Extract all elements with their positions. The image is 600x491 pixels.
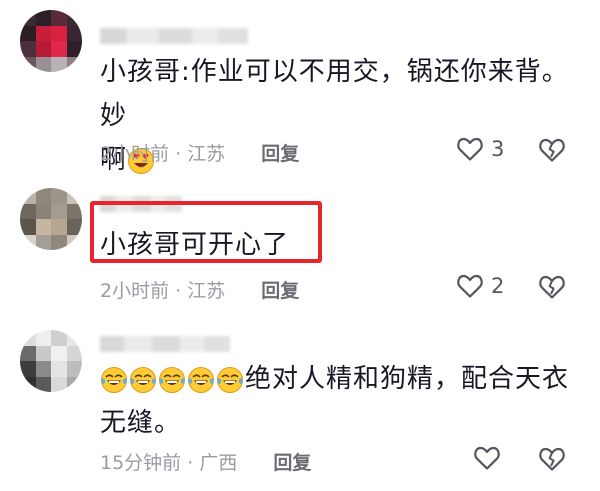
laughing-tears-emoji bbox=[217, 366, 243, 393]
comment-time: 2小时前 bbox=[100, 143, 170, 165]
reply-button[interactable]: 回复 bbox=[261, 143, 299, 165]
comment-text-line: 小孩哥:作业可以不用交，锅还你来背。妙 bbox=[100, 57, 569, 131]
meta-separator: · bbox=[169, 280, 188, 302]
like-count: 2 bbox=[491, 274, 505, 298]
highlight-box bbox=[90, 201, 322, 263]
comment-meta: 15分钟前 · 广西 回复 bbox=[100, 448, 311, 475]
comment-meta: 2小时前 · 江苏 回复 bbox=[100, 276, 299, 303]
avatar[interactable] bbox=[20, 330, 82, 392]
heart-outline-icon bbox=[457, 274, 483, 298]
emoji-group bbox=[100, 364, 245, 394]
comment-text-line: 绝对人精和狗精，配合天衣 bbox=[100, 357, 582, 401]
laughing-tears-emoji bbox=[101, 366, 127, 393]
reply-button[interactable]: 回复 bbox=[273, 452, 311, 474]
like-button[interactable]: 2 bbox=[456, 273, 504, 299]
broken-heart-icon bbox=[539, 138, 565, 162]
comment-text-fragment: 绝对人精和狗精，配合天衣 bbox=[245, 364, 570, 394]
comment-location: 江苏 bbox=[187, 143, 226, 165]
like-button[interactable] bbox=[473, 445, 501, 471]
dislike-button[interactable] bbox=[538, 274, 566, 304]
laughing-tears-emoji bbox=[188, 366, 214, 393]
avatar[interactable] bbox=[20, 10, 82, 72]
dislike-button[interactable] bbox=[538, 446, 566, 476]
like-count: 3 bbox=[491, 137, 505, 161]
comment-time: 2小时前 bbox=[100, 280, 170, 302]
broken-heart-icon bbox=[539, 275, 565, 299]
like-button[interactable]: 3 bbox=[456, 136, 504, 162]
meta-separator: · bbox=[169, 143, 188, 165]
comment-location: 广西 bbox=[199, 452, 238, 474]
laughing-tears-emoji bbox=[159, 366, 185, 393]
comment-item: 小孩哥:作业可以不用交，锅还你来背。妙 啊 2小时前 · 江苏 回复 3 bbox=[0, 0, 600, 180]
heart-outline-icon bbox=[457, 137, 483, 161]
dislike-button[interactable] bbox=[538, 137, 566, 167]
meta-separator: · bbox=[181, 452, 200, 474]
broken-heart-icon bbox=[539, 447, 565, 471]
comment-meta: 2小时前 · 江苏 回复 bbox=[100, 139, 299, 166]
comment-location: 江苏 bbox=[187, 280, 226, 302]
username-blurred[interactable] bbox=[100, 336, 230, 352]
avatar[interactable] bbox=[20, 188, 82, 250]
comment-text: 绝对人精和狗精，配合天衣 无缝。 bbox=[100, 357, 582, 445]
comment-time: 15分钟前 bbox=[100, 452, 182, 474]
laughing-tears-emoji bbox=[130, 366, 156, 393]
comment-text-line: 无缝。 bbox=[100, 408, 182, 438]
comment-item: 绝对人精和狗精，配合天衣 无缝。 15分钟前 · 广西 回复 bbox=[0, 320, 600, 491]
heart-outline-icon bbox=[474, 446, 500, 470]
reply-button[interactable]: 回复 bbox=[261, 280, 299, 302]
username-blurred[interactable] bbox=[100, 28, 248, 44]
